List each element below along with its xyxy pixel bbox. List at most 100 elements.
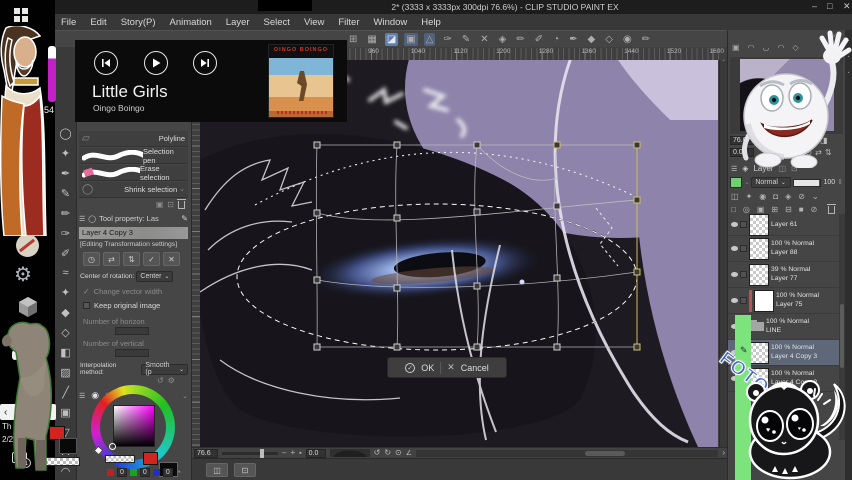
toolbar-icon[interactable]: ⊞ (347, 33, 359, 46)
toolbar-icon[interactable]: ▦ (365, 33, 378, 46)
toolbar-icon[interactable]: △ (423, 32, 436, 46)
interpolation-select[interactable]: Smooth (p ⌄ (141, 362, 188, 376)
num-vertical-input[interactable] (115, 349, 149, 357)
layer-checkbox[interactable] (740, 245, 747, 252)
layer-tool-icon[interactable]: ⌄ (812, 192, 819, 201)
menu-item[interactable]: Window (374, 17, 408, 28)
panel-transparent-swatch[interactable] (105, 455, 135, 463)
layer-command-icon[interactable]: ■ (799, 205, 804, 214)
chevron-down-icon[interactable]: ⌄ (182, 392, 188, 400)
brush-size-slider[interactable] (48, 46, 56, 102)
cube-icon[interactable] (17, 296, 39, 318)
wrench-icon[interactable]: ⚙ (168, 377, 175, 385)
scroll-up-icon[interactable]: ⌃ (721, 60, 726, 66)
zoom-reset-icon[interactable]: ▪ (299, 450, 301, 457)
eye-icon[interactable] (731, 272, 738, 277)
red-value[interactable]: 0 (117, 468, 127, 477)
layer-tool-icon[interactable]: ◘ (773, 192, 778, 201)
toolbar-icon[interactable]: ✒ (567, 33, 579, 46)
scroll-down-icon[interactable]: ⌄ (179, 186, 185, 193)
scroll-right-icon[interactable]: › (722, 449, 725, 457)
eye-icon[interactable] (731, 298, 738, 303)
toolbar-icon[interactable]: ✑ (441, 33, 453, 46)
toolbar-icon[interactable]: ◉ (621, 33, 634, 46)
layer-checkbox[interactable] (740, 271, 747, 278)
num-horizontal-input[interactable] (115, 327, 149, 335)
layer-checkbox[interactable] (740, 221, 747, 228)
eye-icon[interactable] (731, 222, 738, 227)
tool-icon[interactable]: ✒ (61, 167, 70, 180)
sv-cursor[interactable] (109, 443, 116, 450)
toolbar-icon[interactable]: ◇ (603, 33, 615, 46)
windows-start-icon[interactable] (14, 8, 20, 14)
rotate-button[interactable]: ◷ (83, 252, 100, 266)
cancel-transform-button[interactable]: ✕ (163, 252, 180, 266)
menu-item[interactable]: File (61, 17, 76, 28)
zoom-in-icon[interactable]: + (290, 449, 295, 457)
menu-item[interactable]: View (304, 17, 324, 28)
tool-icon[interactable]: ≈ (62, 267, 68, 279)
canvas-hscrollbar[interactable] (416, 449, 719, 457)
rotation-reset-icon[interactable]: ⊙ (395, 449, 402, 457)
zoom-slider[interactable] (222, 448, 278, 458)
layer-command-icon[interactable]: □ (731, 205, 736, 214)
layer-tool-icon[interactable]: ◈ (785, 192, 791, 201)
tool-icon[interactable]: ✐ (61, 247, 70, 260)
maximize-button[interactable]: □ (827, 1, 832, 11)
layer-tool-icon[interactable]: ✦ (746, 192, 753, 201)
tool-icon[interactable]: ✎ (61, 187, 70, 200)
color-history-icon[interactable]: ◔ (176, 468, 181, 477)
subtool-row-erase-selection[interactable]: Erase selection (79, 164, 188, 182)
toolbar-icon[interactable]: ◪ (384, 32, 399, 46)
toolbar-icon[interactable]: ✏ (514, 33, 526, 46)
tool-icon[interactable]: ✦ (61, 147, 70, 160)
tool-icon[interactable]: ◯ (59, 127, 71, 140)
menu-item[interactable]: Filter (338, 17, 359, 28)
flip-vertical-button[interactable]: ⇅ (123, 252, 140, 266)
duplicate-icon[interactable]: ⊡ (167, 201, 174, 209)
blend-mode-select[interactable]: Normal ⌄ (751, 177, 792, 188)
opacity-value[interactable]: 100 (823, 179, 835, 186)
previous-track-button[interactable] (94, 51, 118, 75)
delete-layer-icon[interactable] (827, 204, 836, 214)
layer-row[interactable]: Layer 61 (728, 213, 839, 236)
toolbar-icon[interactable]: ✏ (640, 33, 652, 46)
register-icon[interactable]: ▣ (156, 201, 164, 209)
layer-color-swatch[interactable] (730, 177, 743, 188)
eye-icon[interactable] (731, 246, 738, 251)
rotation-arc-widget[interactable] (329, 449, 370, 457)
minimize-button[interactable]: – (812, 1, 817, 11)
subtool-row-selection-pen[interactable]: Selection pen (79, 147, 188, 165)
menu-item[interactable]: Story(P) (121, 17, 156, 28)
all-sides-view-button[interactable]: ◫ (206, 463, 228, 477)
tool-icon[interactable]: ✏ (61, 207, 70, 220)
gear-icon[interactable]: ⚙ (14, 262, 32, 287)
keep-original-row[interactable]: Keep original image (83, 301, 160, 310)
layer-checkbox[interactable] (740, 297, 747, 304)
layer-row[interactable]: 100 % Normal Layer 88 (728, 236, 839, 262)
canvas-vscrollbar[interactable]: ⌃ (719, 60, 727, 447)
opacity-stepper-icon[interactable]: ⇕ (837, 179, 843, 186)
tool-icon[interactable]: ✦ (61, 286, 70, 299)
menu-item[interactable]: Edit (90, 17, 106, 28)
layer-row[interactable]: 100 % Normal Layer 75 (728, 288, 839, 314)
ok-button[interactable]: OK (421, 363, 434, 373)
chevron-down-icon[interactable]: ⌄ (744, 180, 749, 186)
compass-icon[interactable] (16, 234, 39, 257)
fit-to-screen-button[interactable]: ⊡ (234, 463, 256, 477)
confirm-button[interactable]: ✓ (143, 252, 160, 266)
toolbar-icon[interactable]: ✕ (478, 33, 490, 46)
zoom-value[interactable]: 76.6 (194, 448, 218, 458)
next-track-button[interactable] (193, 51, 217, 75)
menu-item[interactable]: Layer (226, 17, 250, 28)
rotation-value[interactable]: 0.0 (305, 448, 326, 458)
vector-width-row[interactable]: ✓ Change vector width (83, 287, 162, 296)
hue-knob[interactable] (93, 445, 104, 456)
subtool-row-polyline[interactable]: ▱ Polyline (79, 131, 188, 147)
color-wheel-tab-icon[interactable]: ◉ (91, 390, 99, 401)
rotate-cw-icon[interactable]: ↻ (384, 449, 391, 457)
toolbar-icon[interactable]: ◔ (551, 33, 561, 46)
blue-value[interactable]: 0 (162, 468, 173, 477)
toolbar-icon[interactable]: ◈ (497, 33, 509, 46)
panel-menu-icon[interactable]: ☰ (79, 215, 85, 223)
